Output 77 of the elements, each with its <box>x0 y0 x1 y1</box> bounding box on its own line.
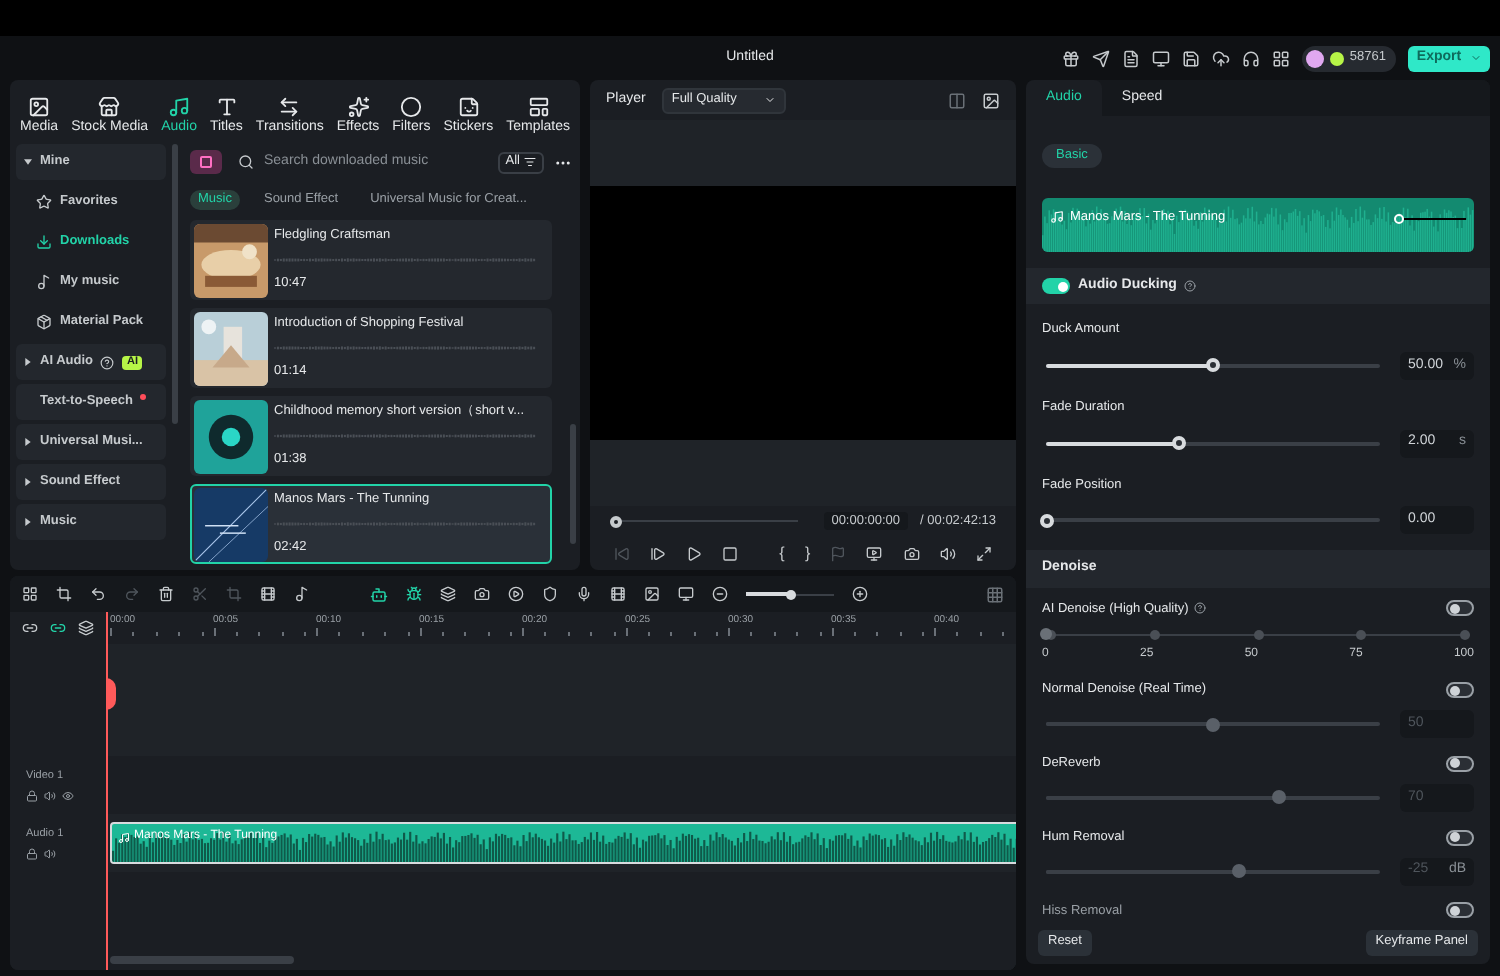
speaker-icon[interactable] <box>939 545 956 561</box>
music-note-icon <box>1050 210 1064 225</box>
stop-icon[interactable] <box>722 545 739 561</box>
circle-icon <box>400 96 423 118</box>
link-icon[interactable] <box>22 620 38 636</box>
horizontal-scrollbar[interactable] <box>110 956 294 964</box>
monitor-icon[interactable] <box>1151 49 1170 67</box>
progress-bar[interactable] <box>610 515 798 527</box>
gift-icon[interactable] <box>1061 49 1080 67</box>
lock-icon[interactable] <box>26 789 38 802</box>
library-icon[interactable] <box>190 150 222 174</box>
image-icon[interactable] <box>644 586 660 602</box>
image-icon[interactable] <box>982 91 1000 109</box>
text-icon <box>215 96 238 118</box>
filter-icon <box>524 156 536 168</box>
sparkles-icon <box>347 96 370 118</box>
layers-icon[interactable] <box>440 586 456 602</box>
avatar <box>1305 49 1324 67</box>
camera-icon[interactable] <box>474 586 490 602</box>
mark-in-button[interactable]: { <box>779 541 785 565</box>
toggle-switch[interactable] <box>1446 600 1474 617</box>
shield-icon[interactable] <box>542 586 558 602</box>
film-icon[interactable] <box>260 586 276 602</box>
microphone-icon[interactable] <box>576 586 592 602</box>
download-icon <box>36 234 52 250</box>
template-icon <box>527 96 550 118</box>
star-icon <box>36 194 52 210</box>
arrows-icon <box>278 96 301 118</box>
lock-icon[interactable] <box>26 847 38 860</box>
store-icon <box>98 96 121 118</box>
trash-icon[interactable] <box>158 586 174 602</box>
layers-icon[interactable] <box>78 620 94 636</box>
film-icon[interactable] <box>610 586 626 602</box>
music-note-icon[interactable] <box>294 586 310 602</box>
toggle-switch[interactable] <box>1042 278 1070 295</box>
save-icon[interactable] <box>1181 49 1200 67</box>
zoom-slider[interactable] <box>746 588 834 600</box>
speaker-icon[interactable] <box>44 789 56 802</box>
slider[interactable] <box>1046 357 1380 374</box>
link-icon[interactable] <box>50 620 66 636</box>
search-icon <box>238 154 254 170</box>
chevron-down-icon <box>763 94 776 106</box>
cloud-upload-icon[interactable] <box>1211 49 1230 67</box>
image-icon <box>28 96 51 118</box>
robot-icon[interactable] <box>370 585 388 603</box>
headphones-icon[interactable] <box>1241 49 1260 67</box>
next-frame-icon[interactable] <box>650 545 667 561</box>
play-icon[interactable] <box>686 545 703 561</box>
camera-icon[interactable] <box>903 545 920 561</box>
compare-icon[interactable] <box>948 91 966 109</box>
slider[interactable] <box>1046 435 1380 452</box>
bug-icon[interactable] <box>406 586 422 602</box>
step-slider[interactable] <box>1046 628 1470 641</box>
music-note-icon <box>118 831 130 843</box>
chevron-down-icon <box>1469 52 1482 64</box>
zoom-out-icon[interactable] <box>712 586 728 602</box>
speaker-icon[interactable] <box>44 847 56 860</box>
music-note-icon <box>36 274 52 290</box>
monitor-icon[interactable] <box>678 586 694 602</box>
zoom-in-icon[interactable] <box>852 586 868 602</box>
coin-icon <box>1329 51 1344 65</box>
grid-icon[interactable] <box>1271 49 1290 67</box>
slider[interactable] <box>1046 512 1380 529</box>
grid-icon[interactable] <box>22 586 38 602</box>
send-icon[interactable] <box>1091 49 1110 67</box>
sticker-icon <box>457 96 480 118</box>
layout-icon[interactable] <box>986 585 1004 603</box>
package-icon <box>36 314 52 330</box>
fullscreen-icon[interactable] <box>975 545 992 561</box>
toggle-switch[interactable] <box>1446 902 1474 919</box>
mark-out-button[interactable]: } <box>804 541 811 565</box>
monitor-icon[interactable] <box>866 545 883 561</box>
document-icon[interactable] <box>1121 49 1140 67</box>
undo-icon[interactable] <box>90 586 106 602</box>
play-icon[interactable] <box>508 586 524 602</box>
music-note-icon <box>168 96 191 118</box>
eye-icon[interactable] <box>62 789 74 802</box>
